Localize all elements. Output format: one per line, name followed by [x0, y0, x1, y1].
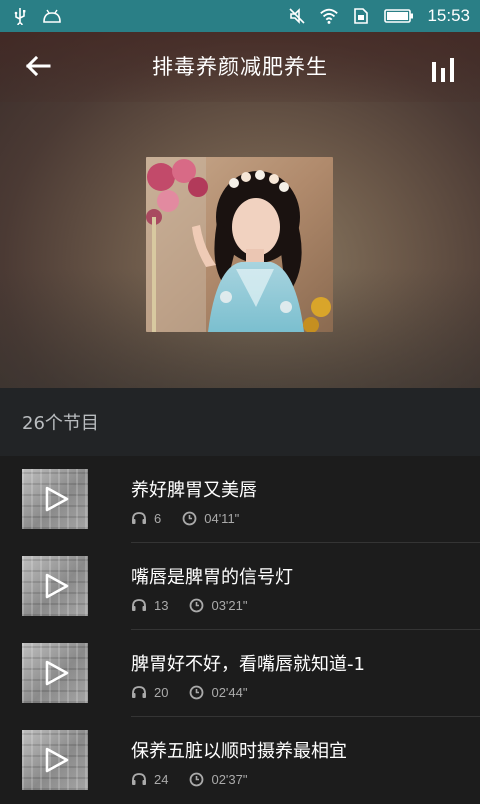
page-title: 排毒养颜减肥养生 [152, 55, 328, 79]
headphones-icon [131, 510, 147, 526]
play-count: 13 [154, 597, 169, 613]
battery-icon [383, 6, 415, 26]
album-header: 排毒养颜减肥养生 [0, 32, 480, 388]
episode-duration: 04'11" [204, 510, 240, 526]
play-count: 24 [154, 771, 169, 787]
clock-icon [188, 684, 204, 700]
headphones-icon [131, 597, 147, 613]
sim-icon [351, 6, 371, 26]
mute-icon [287, 6, 307, 26]
episode-meta: 24 02'37" [131, 771, 248, 787]
play-icon [45, 486, 69, 512]
episode-count: 26个节目 [22, 413, 99, 434]
clock-icon [188, 597, 204, 613]
play-icon [45, 660, 69, 686]
clock: 15:53 [427, 6, 470, 25]
episode-meta: 13 03'21" [131, 597, 248, 613]
status-bar: 15:53 [0, 0, 480, 32]
episode-duration: 02'37" [211, 771, 248, 787]
episode-row[interactable]: 脾胃好不好，看嘴唇就知道-1 20 02'44" [0, 630, 480, 717]
episode-duration: 03'21" [211, 597, 248, 613]
clock-icon [181, 510, 197, 526]
android-icon [42, 6, 62, 26]
episode-row[interactable]: 嘴唇是脾胃的信号灯 13 03'21" [0, 543, 480, 630]
clock-icon [188, 771, 204, 787]
play-count: 6 [154, 510, 162, 526]
episode-thumbnail [22, 643, 88, 703]
arrow-left-icon [25, 55, 51, 77]
episode-count-header: 26个节目 [0, 388, 480, 456]
play-icon [45, 747, 69, 773]
headphones-icon [131, 771, 147, 787]
episode-title: 嘴唇是脾胃的信号灯 [131, 567, 293, 588]
top-bar: 排毒养颜减肥养生 [0, 32, 480, 100]
headphones-icon [131, 684, 147, 700]
episode-title: 脾胃好不好，看嘴唇就知道-1 [131, 654, 365, 675]
episode-row[interactable]: 养好脾胃又美唇 6 04'11" [0, 456, 480, 543]
episode-thumbnail [22, 730, 88, 790]
episode-meta: 6 04'11" [131, 510, 239, 526]
episode-list: 养好脾胃又美唇 6 04'11" 嘴唇是脾胃的信号灯 13 03'21" 脾胃好… [0, 456, 480, 804]
stats-button[interactable] [428, 52, 458, 82]
wifi-icon [319, 6, 339, 26]
album-cover-image [146, 157, 333, 332]
episode-meta: 20 02'44" [131, 684, 248, 700]
usb-icon [10, 6, 30, 26]
episode-thumbnail [22, 556, 88, 616]
bar-chart-icon [432, 62, 436, 82]
episode-thumbnail [22, 469, 88, 529]
play-icon [45, 573, 69, 599]
episode-title: 养好脾胃又美唇 [131, 480, 257, 501]
back-button[interactable] [20, 50, 56, 82]
episode-title: 保养五脏以顺时摄养最相宜 [131, 741, 347, 762]
play-count: 20 [154, 684, 169, 700]
episode-row[interactable]: 保养五脏以顺时摄养最相宜 24 02'37" [0, 717, 480, 804]
episode-duration: 02'44" [211, 684, 248, 700]
